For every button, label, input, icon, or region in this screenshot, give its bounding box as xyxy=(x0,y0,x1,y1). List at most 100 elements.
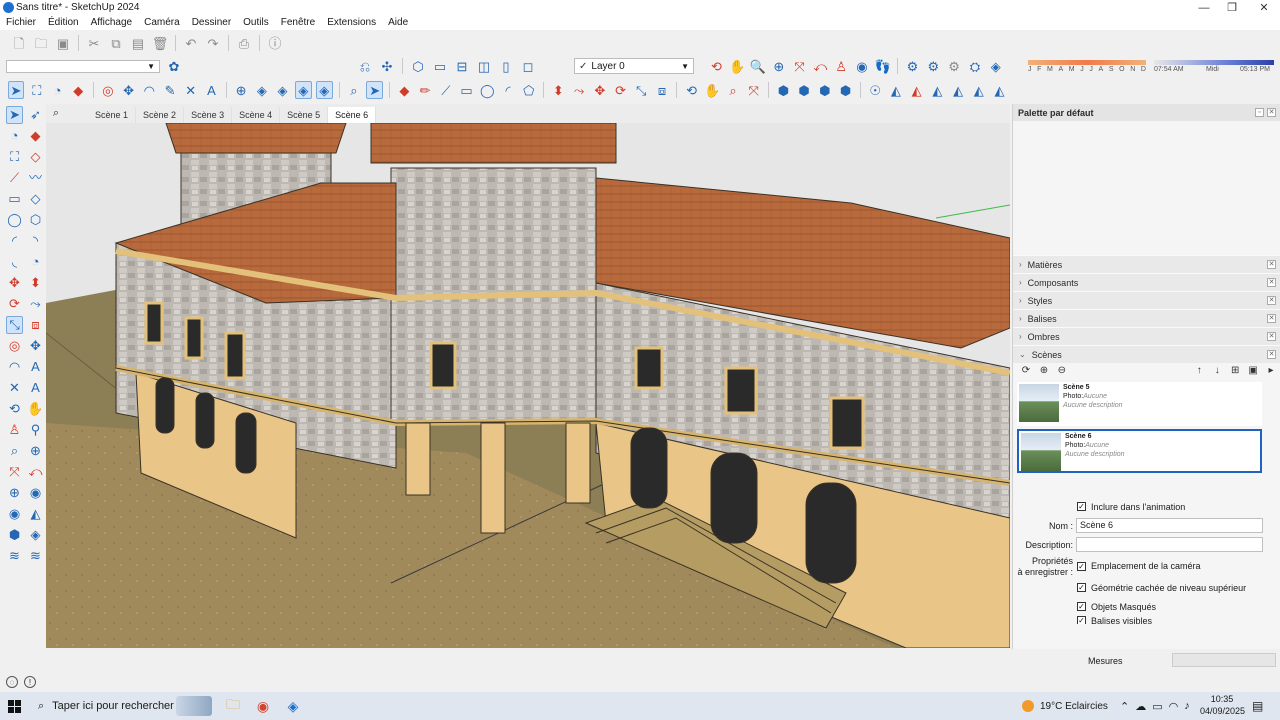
section-plane-icon[interactable]: ⊕ xyxy=(233,81,250,99)
geo-location-icon[interactable]: ◌ xyxy=(6,676,18,688)
panel-matieres[interactable]: › Matières ✕ xyxy=(1013,255,1280,273)
xray-icon[interactable]: ✣ xyxy=(378,57,396,75)
eraser-tool-icon[interactable]: ◆ xyxy=(396,81,413,99)
zoom-window-icon[interactable]: ⊕ xyxy=(770,57,787,75)
close-icon[interactable]: ✕ xyxy=(1267,350,1276,359)
panel-balises[interactable]: › Balises ✕ xyxy=(1013,309,1280,327)
move-icon[interactable]: ✥ xyxy=(591,81,608,99)
freehand-icon[interactable]: 〰 xyxy=(27,169,44,187)
cut-icon[interactable]: ✂ xyxy=(85,34,103,52)
close-icon[interactable]: ✕ xyxy=(1267,296,1276,305)
zoom-icon[interactable]: 🔍 xyxy=(750,57,767,75)
xray-style-icon[interactable]: ⬢ xyxy=(796,81,813,99)
right-view-icon[interactable]: ◫ xyxy=(475,57,493,75)
include-animation-row[interactable]: ✓ Inclure dans l'animation xyxy=(1013,497,1280,516)
add-scene-icon[interactable]: ⊕ xyxy=(1037,364,1051,378)
push-pull-icon[interactable]: ⬍ xyxy=(550,81,567,99)
delete-icon[interactable]: 🗑 xyxy=(151,34,169,52)
sandbox-smoove-icon[interactable]: ◭ xyxy=(991,81,1008,99)
protractor-icon[interactable]: ◠ xyxy=(141,81,158,99)
3d-viewport[interactable] xyxy=(46,123,1010,648)
follow-me-icon[interactable]: ⤳ xyxy=(27,295,44,313)
hidden-geometry-row[interactable]: ✓ Géométrie cachée de niveau supérieur xyxy=(1013,578,1280,597)
shadow-time-slider[interactable]: 07:54 AM Midi 05:13 PM xyxy=(1154,58,1274,76)
tape-icon[interactable]: ◎ xyxy=(6,337,23,355)
select-icon[interactable]: ➤ xyxy=(7,81,25,99)
scale-icon[interactable]: ⤡ xyxy=(633,81,650,99)
eraser-icon[interactable]: ◆ xyxy=(70,81,87,99)
menu-fenetre[interactable]: Fenêtre xyxy=(275,17,321,28)
sandbox-drape-icon[interactable]: ◭ xyxy=(929,81,946,99)
sandbox-icon[interactable]: ◭ xyxy=(888,81,905,99)
taskbar-clock[interactable]: 10:35 04/09/2025 xyxy=(1200,693,1245,717)
section-cut-icon[interactable]: ◈ xyxy=(274,81,291,99)
open-folder-icon[interactable]: 🗀 xyxy=(32,34,50,52)
3d-text-icon[interactable]: A xyxy=(203,81,220,99)
close-icon[interactable]: ✕ xyxy=(1267,332,1276,341)
visible-tags-row[interactable]: ✓ Balises visibles xyxy=(1013,616,1280,624)
tape-measure-icon[interactable]: ◎ xyxy=(100,81,117,99)
volume-icon[interactable]: ♪ xyxy=(1184,700,1190,712)
sandbox-flip-icon[interactable]: ◭ xyxy=(950,81,967,99)
pie-icon[interactable]: ◔ xyxy=(27,253,44,271)
shadows-toggle-icon[interactable]: ◈ xyxy=(987,57,1004,75)
panel-ombres[interactable]: › Ombres ✕ xyxy=(1013,327,1280,345)
redo-icon[interactable]: ↷ xyxy=(204,34,222,52)
details-icon[interactable]: ▸ xyxy=(1264,364,1278,378)
close-icon[interactable]: ✕ xyxy=(1267,278,1276,287)
arc-2pt-icon[interactable]: ◝ xyxy=(27,232,44,250)
front-view-icon[interactable]: ⊟ xyxy=(453,57,471,75)
orbit-tool-icon[interactable]: ⟲ xyxy=(683,81,700,99)
pin-icon[interactable]: ▫ xyxy=(1255,108,1264,117)
panel-styles[interactable]: › Styles ✕ xyxy=(1013,291,1280,309)
paint-icon[interactable]: ◔ xyxy=(6,127,23,145)
arc-3pt-icon[interactable]: ◟ xyxy=(6,253,23,271)
wireframe-icon[interactable]: ⬢ xyxy=(816,81,833,99)
shadow-date-slider[interactable]: J F M A M J J A S O N D xyxy=(1028,58,1146,76)
select-tool-icon[interactable]: ➤ xyxy=(6,105,24,124)
line-icon[interactable]: ⟋ xyxy=(6,169,23,187)
look-around-icon[interactable]: ◉ xyxy=(854,57,871,75)
menu-dessiner[interactable]: Dessiner xyxy=(186,17,237,28)
protractor-icon[interactable]: ◠ xyxy=(6,358,23,376)
circle-icon[interactable]: ◯ xyxy=(6,211,23,229)
close-icon[interactable]: ✕ xyxy=(1267,260,1276,269)
arc-icon[interactable]: ◜ xyxy=(500,81,517,99)
axes-icon[interactable]: ✕ xyxy=(182,81,199,99)
style-dropdown[interactable]: ▼ xyxy=(6,60,160,73)
tab-scene-2[interactable]: Scène 2 xyxy=(136,107,185,123)
iso-view-icon[interactable]: ⬡ xyxy=(409,57,427,75)
wifi-icon[interactable]: ◠ xyxy=(1169,700,1179,713)
rotate-icon[interactable]: ⟳ xyxy=(612,81,629,99)
scale-icon[interactable]: ⤡ xyxy=(6,315,24,334)
sandbox-icon[interactable]: ◭ xyxy=(27,505,44,523)
dimension-icon[interactable]: ✥ xyxy=(27,337,44,355)
checkbox-checked-icon[interactable]: ✓ xyxy=(1077,502,1086,511)
push-pull-icon[interactable]: ⬍ xyxy=(27,274,44,292)
network-icon[interactable]: ▭ xyxy=(1152,700,1162,713)
arc-icon[interactable]: ◜ xyxy=(6,232,23,250)
component-icon[interactable]: ⛶ xyxy=(6,148,23,166)
tab-scene-6[interactable]: Scène 6 xyxy=(328,107,377,123)
menu-edition[interactable]: Édition xyxy=(42,17,85,28)
close-icon[interactable]: ✕ xyxy=(1267,314,1276,323)
top-view-icon[interactable]: ▭ xyxy=(431,57,449,75)
rotated-rect-icon[interactable]: ◇ xyxy=(27,190,44,208)
zoom-icon[interactable]: ⌕ xyxy=(6,442,23,460)
share-component-icon[interactable]: ⚙ xyxy=(946,57,963,75)
camera-row[interactable]: Propriétés à enregistrer : ✓ Emplacement … xyxy=(1013,554,1280,578)
eye-icon[interactable]: ◉ xyxy=(6,505,23,523)
dimension-icon[interactable]: ✥ xyxy=(120,81,137,99)
menu-affichage[interactable]: Affichage xyxy=(85,17,139,28)
erase-icon[interactable]: ◇ xyxy=(27,148,44,166)
scene-description-input[interactable] xyxy=(1076,537,1263,552)
refresh-icon[interactable]: ⟳ xyxy=(1019,364,1033,378)
orbit-icon[interactable]: ⟲ xyxy=(708,57,725,75)
weather-widget[interactable]: 19°C Eclaircies xyxy=(1022,692,1118,720)
previous-icon[interactable]: ⤺ xyxy=(27,463,44,481)
circle-icon[interactable]: ◯ xyxy=(479,81,496,99)
menu-extensions[interactable]: Extensions xyxy=(321,17,382,28)
tab-scene-3[interactable]: Scène 3 xyxy=(184,107,233,123)
section-toggle-icon[interactable]: ◈ xyxy=(315,81,333,99)
menu-aide[interactable]: Aide xyxy=(382,17,414,28)
